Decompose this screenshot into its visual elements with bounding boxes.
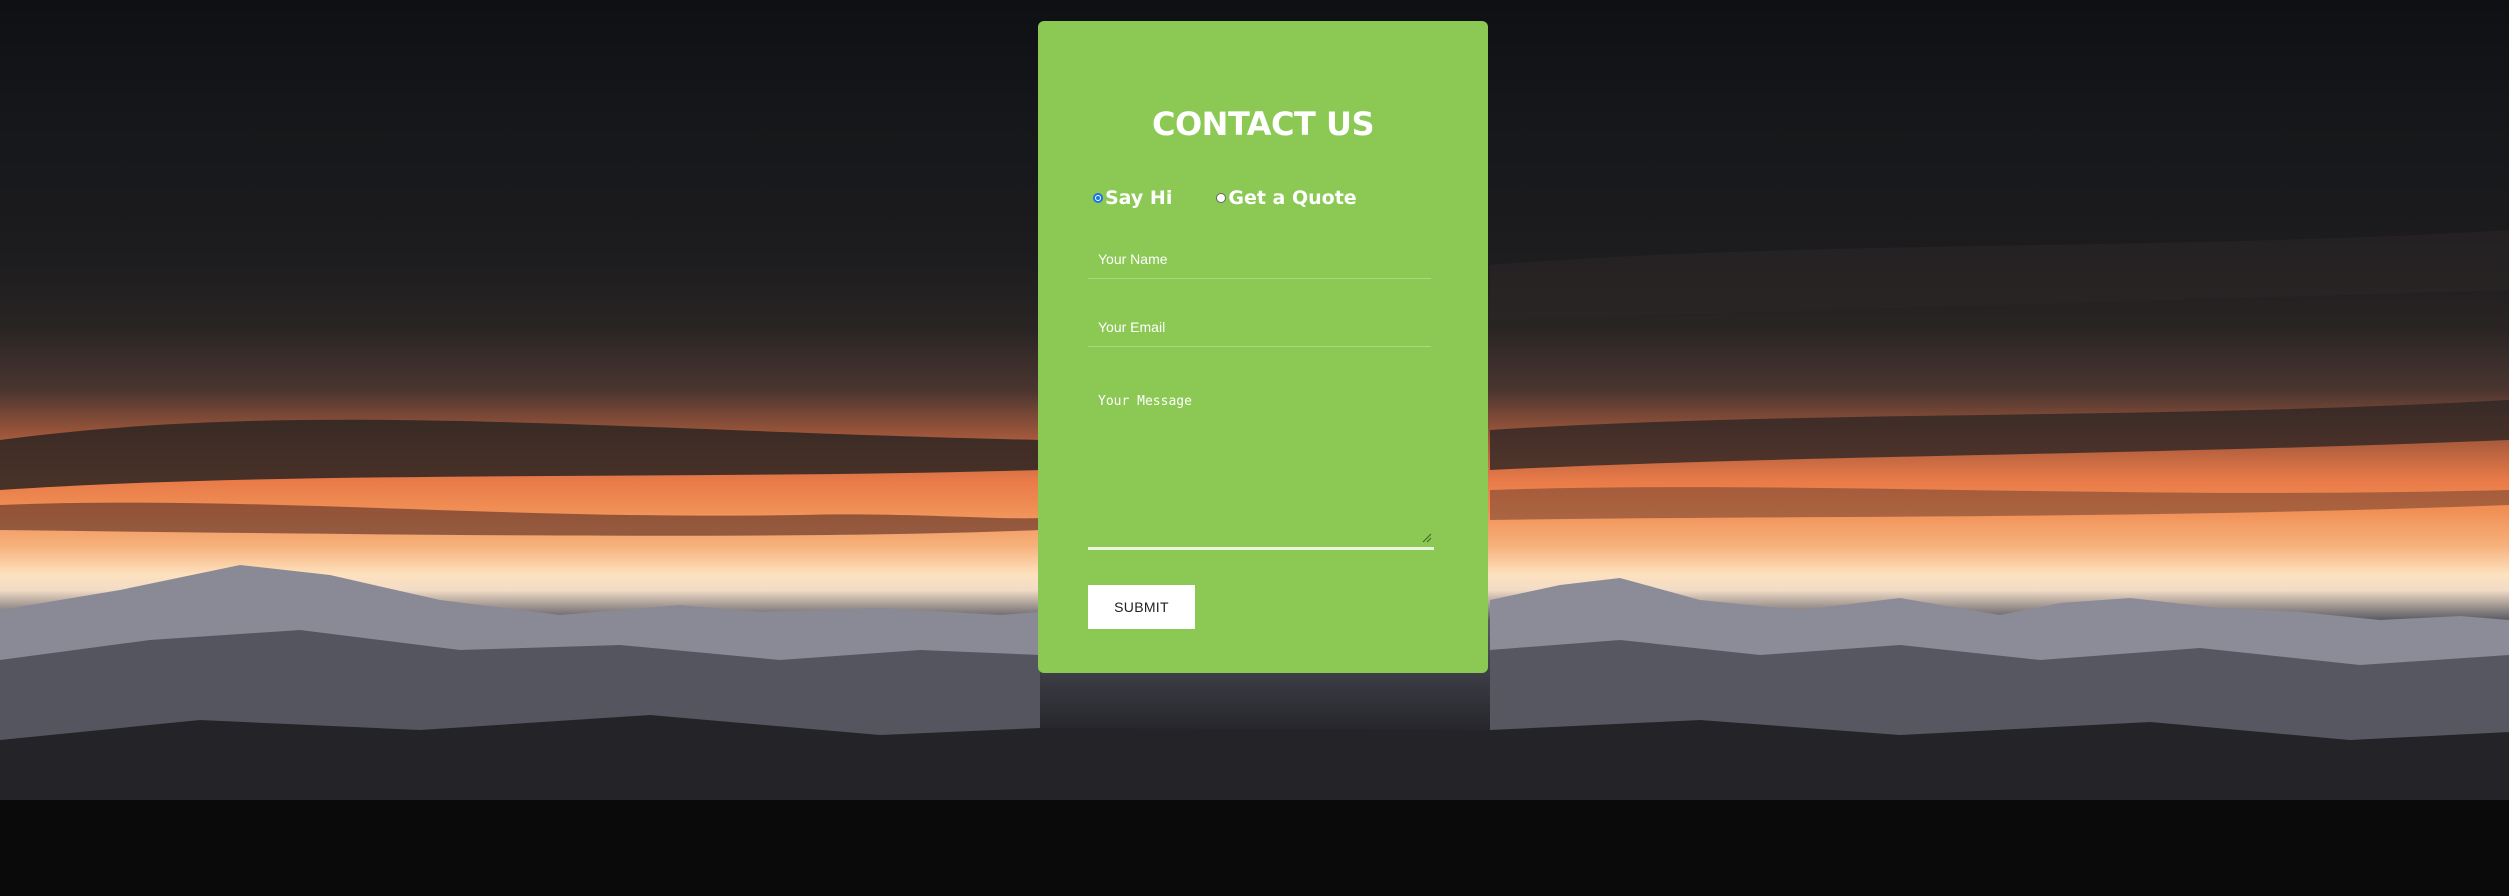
message-textarea[interactable] — [1088, 380, 1434, 550]
radio-unchecked-icon[interactable] — [1216, 193, 1227, 203]
radio-say-hi[interactable]: Say Hi — [1093, 187, 1172, 209]
contact-form-card: CONTACT US Say Hi Get a Quote SUBMIT — [1038, 21, 1488, 673]
inquiry-type-radio-group: Say Hi Get a Quote — [1093, 187, 1357, 209]
radio-get-a-quote-label: Get a Quote — [1228, 187, 1357, 209]
email-input[interactable] — [1088, 307, 1431, 346]
radio-checked-icon[interactable] — [1093, 193, 1103, 203]
name-field — [1088, 239, 1431, 279]
form-title: CONTACT US — [1151, 105, 1375, 143]
radio-say-hi-label: Say Hi — [1105, 187, 1173, 209]
email-field — [1088, 307, 1431, 347]
resize-grip-icon[interactable] — [1422, 533, 1432, 543]
radio-get-a-quote[interactable]: Get a Quote — [1216, 187, 1357, 209]
name-input[interactable] — [1088, 239, 1431, 278]
submit-button[interactable]: SUBMIT — [1088, 585, 1195, 629]
